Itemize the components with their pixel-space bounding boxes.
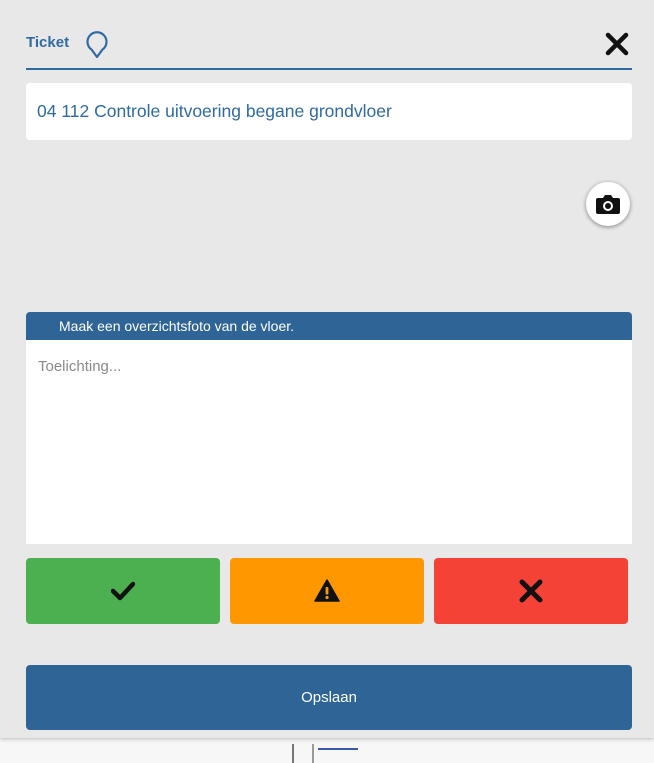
save-button-label: Opslaan (301, 689, 357, 706)
close-icon[interactable] (602, 29, 632, 59)
camera-button[interactable] (586, 182, 630, 226)
remark-textarea[interactable] (26, 340, 632, 544)
ticket-dialog: Ticket 04 112 Controle uitvoering begane… (0, 0, 654, 738)
status-fail-button[interactable] (434, 558, 628, 624)
status-warning-button[interactable] (230, 558, 424, 624)
background-element (318, 748, 358, 750)
camera-icon (596, 195, 620, 214)
ticket-subject-field[interactable]: 04 112 Controle uitvoering begane grondv… (26, 83, 632, 140)
check-icon (111, 581, 135, 601)
dialog-header: Ticket (26, 28, 632, 70)
instruction-header: Maak een overzichtsfoto van de vloer. (26, 312, 632, 340)
save-button[interactable]: Opslaan (26, 665, 632, 730)
close-icon (519, 579, 543, 603)
warning-icon (314, 579, 340, 602)
background-element (292, 744, 314, 763)
status-ok-button[interactable] (26, 558, 220, 624)
instruction-text: Maak een overzichtsfoto van de vloer. (59, 318, 295, 334)
ticket-subject-text: 04 112 Controle uitvoering begane grondv… (37, 101, 392, 121)
background-area (0, 738, 654, 763)
map-pin-icon[interactable] (84, 31, 110, 59)
dialog-title: Ticket (26, 34, 70, 51)
